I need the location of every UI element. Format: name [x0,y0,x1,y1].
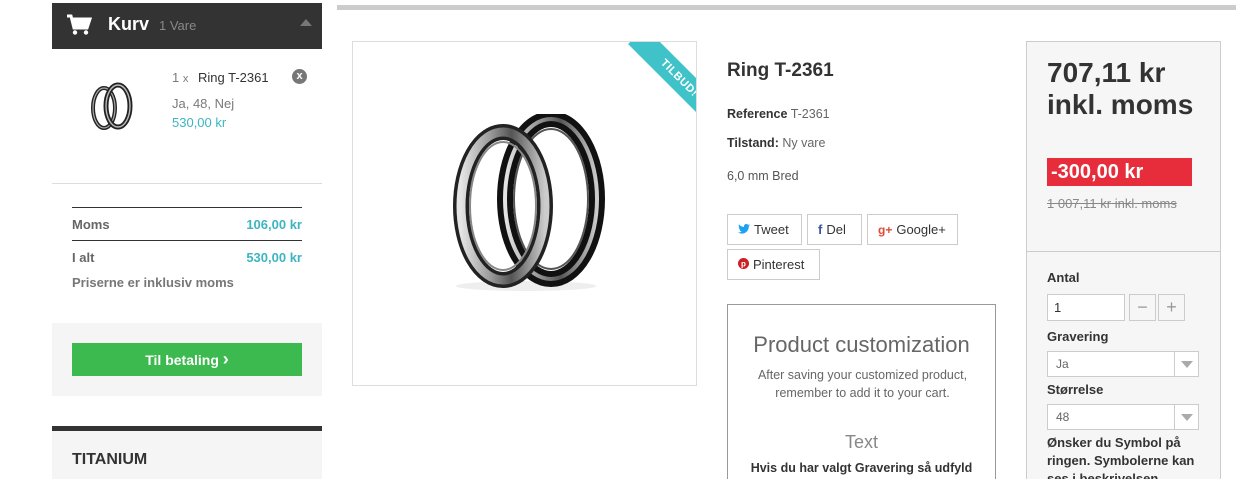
tax-label: Moms [72,217,110,232]
shopping-cart-icon [67,14,92,35]
discount-badge: -300,00 kr [1047,158,1192,186]
tax-note: Priserne er inklusiv moms [72,275,234,290]
product-image-box[interactable]: TILBUD! [352,41,697,386]
tweet-label: Tweet [754,222,789,237]
svg-text:p: p [741,260,746,269]
price-box: 707,11 kr inkl. moms -300,00 kr 1 007,11… [1026,41,1221,252]
tax-value: 106,00 kr [246,217,302,232]
product-condition: Tilstand: Ny vare [727,136,825,150]
product-title: Ring T-2361 [727,60,834,81]
total-row: I alt 530,00 kr [72,250,302,265]
facebook-icon: f [818,222,823,237]
checkout-label: Til betaling [145,352,219,368]
quantity-input[interactable]: 1 [1047,294,1125,321]
customization-text-heading: Text [844,432,878,452]
summary-divider [72,207,302,208]
product-short-description: 6,0 mm Bred [727,169,799,183]
sale-ribbon-label: TILBUD! [628,42,696,129]
old-price-suffix: inkl. moms [1111,196,1177,211]
cart-item-image[interactable] [86,78,138,136]
cart-divider [52,183,322,184]
engraving-label: Gravering [1047,329,1109,344]
category-title[interactable]: TITANIUM [72,451,147,469]
engraving-select[interactable]: Ja [1047,351,1199,377]
google-plus-icon: g+ [878,223,893,237]
old-price: 1 007,11 kr inkl. moms [1047,196,1177,211]
engraving-field-label: Hvis du har valgt Gravering så udfyld [750,461,973,475]
cart-header[interactable]: Kurv 1 Vare [52,3,322,49]
pinterest-button[interactable]: p Pinterest [727,249,820,280]
current-price: 707,11 kr inkl. moms [1047,57,1194,120]
pinterest-label: Pinterest [753,257,805,272]
quantity-plus-button[interactable]: + [1158,294,1185,321]
condition-label: Tilstand: [727,136,779,150]
tax-row: Moms 106,00 kr [72,217,302,232]
collapse-up-icon[interactable] [300,19,312,26]
facebook-share-button[interactable]: f Del [807,214,862,245]
sale-ribbon: TILBUD! [607,42,696,131]
cart-item-count: 1 Vare [159,18,197,33]
dropdown-arrow-icon [1174,352,1198,376]
pinterest-icon: p [738,250,749,279]
symbol-question-label: Ønsker du Symbol på ringen. Symbolerne k… [1047,435,1195,479]
quantity-minus-button[interactable]: − [1129,294,1156,321]
product-image [453,114,605,291]
share-label: Del [826,222,846,237]
cart-item-attributes: Ja, 48, Nej [172,96,235,111]
category-block: TITANIUM [52,426,322,479]
chevron-right-icon: › [222,349,229,369]
tweet-button[interactable]: Tweet [727,214,802,245]
remove-item-icon[interactable]: x [292,69,307,84]
engraving-selected-value: Ja [1056,357,1069,371]
cart-item-price: 530,00 kr [172,115,227,130]
google-label: Google+ [896,222,946,237]
size-label: Størrelse [1047,382,1104,397]
size-selected-value: 48 [1056,410,1070,424]
checkout-button[interactable]: Til betaling › [72,343,302,376]
summary-divider [72,240,302,241]
google-plus-button[interactable]: g+ Google+ [867,214,958,245]
total-label: I alt [72,250,95,265]
condition-value: Ny vare [782,136,826,150]
cart-item-name[interactable]: Ring T-2361 [198,70,269,85]
cart-item-qty-x: x [182,73,189,85]
dropdown-arrow-icon [1174,405,1198,429]
old-price-amount: 1 007,11 kr [1047,196,1112,211]
size-select[interactable]: 48 [1047,404,1199,430]
cart-item-qty-value: 1 [172,70,180,85]
customization-subtitle: After saving your customized product, re… [757,368,968,400]
customization-title: Product customization [753,332,970,357]
product-options: Antal 1 − + Gravering Ja Størrelse 48 Øn… [1026,252,1221,479]
total-value: 530,00 kr [246,250,302,265]
quantity-label: Antal [1047,270,1080,285]
product-reference: Reference T-2361 [727,107,830,121]
cart-title: Kurv [108,14,150,34]
checkout-area: Til betaling › [52,323,322,396]
twitter-icon [738,215,750,244]
cart-item-quantity: 1 x [172,70,188,85]
product-customization-box: Product customization After saving your … [727,304,996,479]
reference-value: T-2361 [790,107,830,121]
top-divider [337,5,1236,10]
reference-label: Reference [727,107,788,121]
